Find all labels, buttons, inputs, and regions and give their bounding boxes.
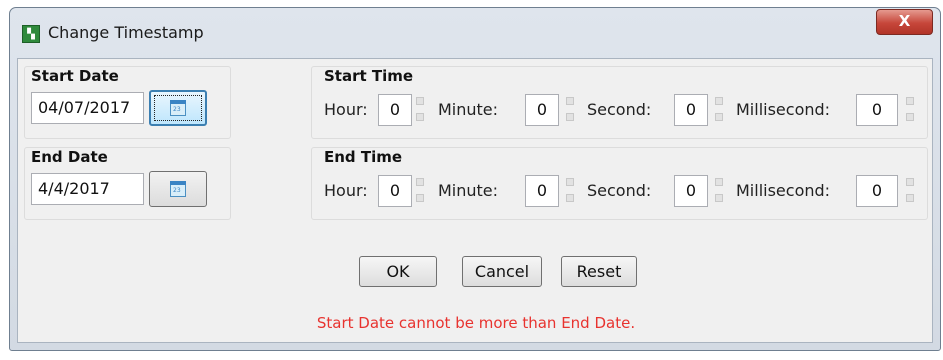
close-button[interactable]: X [876,9,933,35]
cancel-button[interactable]: Cancel [462,256,542,287]
validation-error-message: Start Date cannot be more than End Date. [316,314,636,332]
calendar-icon [170,181,186,197]
start-minute-input[interactable]: 0 [525,94,559,126]
millisecond-label: Millisecond: [736,181,831,200]
start-hour-up-button[interactable] [416,97,424,105]
end-minute-down-button[interactable] [566,194,574,202]
title-bar[interactable]: ▚ Change Timestamp X [10,8,940,58]
start-hour-input[interactable]: 0 [378,94,412,126]
start-time-label: Start Time [324,67,414,85]
start-millisecond-input[interactable]: 0 [856,94,898,126]
hour-label: Hour: [324,181,368,200]
start-millisecond-down-button[interactable] [906,113,914,121]
minute-label: Minute: [438,100,499,119]
minute-label: Minute: [438,181,499,200]
end-second-up-button[interactable] [715,178,723,186]
end-time-label: End Time [324,148,403,166]
end-date-input[interactable]: 4/4/2017 [31,173,144,205]
reset-button[interactable]: Reset [561,256,637,287]
start-date-input[interactable]: 04/07/2017 [31,92,144,124]
end-millisecond-up-button[interactable] [906,178,914,186]
millisecond-label: Millisecond: [736,100,831,119]
start-minute-down-button[interactable] [566,113,574,121]
start-time-group: Start Time Hour: 0 Minute: 0 Second: 0 M… [311,66,928,139]
start-second-down-button[interactable] [715,113,723,121]
start-date-group: Start Date 04/07/2017 [24,66,231,139]
change-timestamp-window: ▚ Change Timestamp X Start Date 04/07/20… [9,7,941,351]
start-hour-down-button[interactable] [416,113,424,121]
start-second-input[interactable]: 0 [674,94,708,126]
ok-button[interactable]: OK [359,256,437,287]
hour-label: Hour: [324,100,368,119]
end-second-down-button[interactable] [715,194,723,202]
app-logo-icon: ▚ [22,25,40,43]
start-minute-up-button[interactable] [566,97,574,105]
calendar-icon [170,100,186,116]
second-label: Second: [587,181,652,200]
end-hour-down-button[interactable] [416,194,424,202]
second-label: Second: [587,100,652,119]
start-date-label: Start Date [31,67,119,85]
start-second-up-button[interactable] [715,97,723,105]
start-millisecond-up-button[interactable] [906,97,914,105]
end-millisecond-down-button[interactable] [906,194,914,202]
end-minute-up-button[interactable] [566,178,574,186]
window-title: Change Timestamp [48,23,204,42]
end-hour-up-button[interactable] [416,178,424,186]
end-date-group: End Date 4/4/2017 [24,147,231,220]
end-date-label: End Date [31,148,108,166]
end-second-input[interactable]: 0 [674,175,708,207]
end-hour-input[interactable]: 0 [378,175,412,207]
end-millisecond-input[interactable]: 0 [856,175,898,207]
end-date-picker-button[interactable] [149,171,207,207]
end-minute-input[interactable]: 0 [525,175,559,207]
start-date-picker-button[interactable] [149,90,207,126]
dialog-body: Start Date 04/07/2017 End Date 4/4/2017 … [17,58,933,343]
close-icon: X [898,12,911,30]
end-time-group: End Time Hour: 0 Minute: 0 Second: 0 Mil… [311,147,928,220]
